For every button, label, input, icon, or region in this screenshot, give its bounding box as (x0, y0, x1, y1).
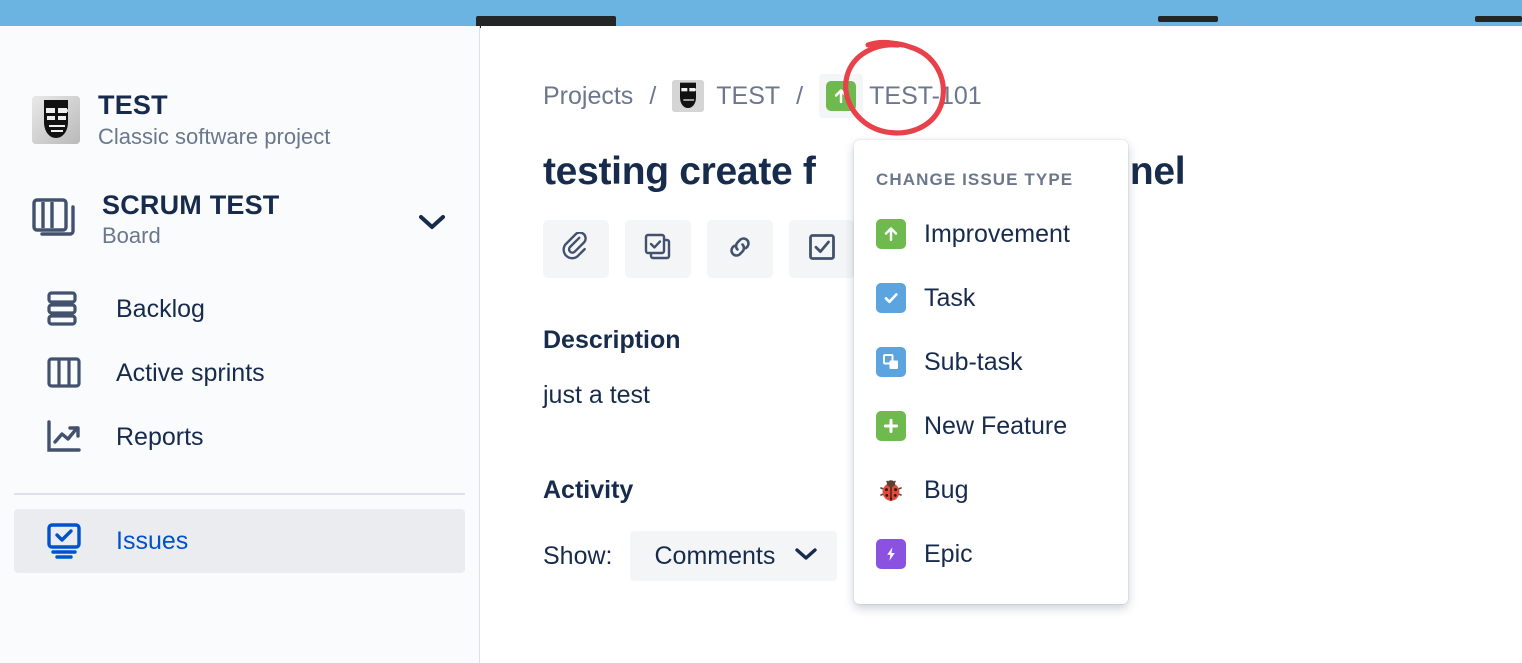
menu-item-improvement[interactable]: Improvement (854, 202, 1128, 266)
breadcrumb-separator: / (649, 82, 656, 111)
breadcrumb: Projects / TEST / (543, 74, 1522, 118)
menu-item-label: New Feature (924, 412, 1067, 441)
browser-chrome-element-right-1[interactable] (1158, 16, 1218, 22)
menu-item-label: Improvement (924, 220, 1070, 249)
issues-monitor-icon (46, 522, 98, 560)
chevron-down-icon[interactable] (419, 214, 445, 235)
menu-item-sub-task[interactable]: Sub-task (854, 330, 1128, 394)
sidebar-item-active-sprints[interactable]: Active sprints (14, 341, 465, 405)
sidebar-nav: Backlog Active sprints (0, 277, 479, 573)
activity-show-value: Comments (654, 542, 775, 571)
task-check-icon (876, 283, 906, 313)
breadcrumb-project-link[interactable]: TEST (716, 82, 780, 111)
checkbox-icon (807, 232, 837, 267)
reports-trend-icon (46, 420, 98, 454)
sidebar-item-backlog[interactable]: Backlog (14, 277, 465, 341)
issue-title-part-start: testing create f (543, 150, 816, 193)
sidebar-item-label: Active sprints (116, 359, 265, 388)
breadcrumb-projects-link[interactable]: Projects (543, 82, 633, 111)
menu-item-label: Epic (924, 540, 973, 569)
menu-item-label: Task (924, 284, 975, 313)
browser-chrome-element-right-2[interactable] (1475, 16, 1522, 22)
backlog-icon (46, 290, 98, 328)
improvement-arrow-icon (826, 81, 856, 111)
sidebar-item-label: Reports (116, 423, 204, 452)
frankenstein-avatar (672, 80, 704, 112)
show-label: Show: (543, 542, 612, 571)
dropdown-header: CHANGE ISSUE TYPE (854, 156, 1128, 202)
menu-item-new-feature[interactable]: New Feature (854, 394, 1128, 458)
project-name: TEST (98, 90, 330, 121)
add-task-button[interactable] (789, 220, 855, 278)
link-issue-button[interactable] (707, 220, 773, 278)
board-subtitle: Board (102, 223, 280, 249)
change-issue-type-dropdown: CHANGE ISSUE TYPE Improvement Task (854, 140, 1128, 604)
board-switcher[interactable]: SCRUM TEST Board (0, 150, 479, 249)
menu-item-label: Bug (924, 476, 968, 505)
app-root: TEST Classic software project SCRUM TEST… (0, 0, 1522, 663)
breadcrumb-issue-key[interactable]: TEST-101 (869, 82, 982, 111)
sidebar-item-label: Issues (116, 527, 188, 556)
project-header[interactable]: TEST Classic software project (0, 26, 479, 150)
issue-type-breadcrumb-button[interactable] (819, 74, 863, 118)
create-child-issue-button[interactable] (625, 220, 691, 278)
menu-item-label: Sub-task (924, 348, 1023, 377)
browser-tab-strip (0, 0, 1522, 26)
menu-item-task[interactable]: Task (854, 266, 1128, 330)
attach-button[interactable] (543, 220, 609, 278)
sidebar-item-label: Backlog (116, 295, 205, 324)
project-subtitle: Classic software project (98, 124, 330, 150)
link-chain-icon (725, 232, 755, 267)
epic-bolt-icon (876, 539, 906, 569)
board-icon (32, 198, 84, 242)
columns-icon (46, 355, 98, 391)
breadcrumb-separator: / (796, 82, 803, 111)
sidebar-divider (14, 493, 465, 495)
bug-ladybug-icon (876, 475, 906, 505)
menu-item-epic[interactable]: Epic (854, 522, 1128, 586)
paperclip-icon (561, 232, 591, 267)
new-feature-plus-icon (876, 411, 906, 441)
frankenstein-avatar (32, 96, 80, 144)
board-name: SCRUM TEST (102, 190, 280, 221)
sidebar-item-issues[interactable]: Issues (14, 509, 465, 573)
sidebar: TEST Classic software project SCRUM TEST… (0, 26, 480, 663)
subtask-squares-icon (876, 347, 906, 377)
child-issue-icon (643, 232, 673, 267)
sidebar-item-reports[interactable]: Reports (14, 405, 465, 469)
activity-show-select[interactable]: Comments (630, 531, 837, 581)
chevron-down-icon (795, 547, 817, 566)
menu-item-bug[interactable]: Bug (854, 458, 1128, 522)
improvement-arrow-icon (876, 219, 906, 249)
